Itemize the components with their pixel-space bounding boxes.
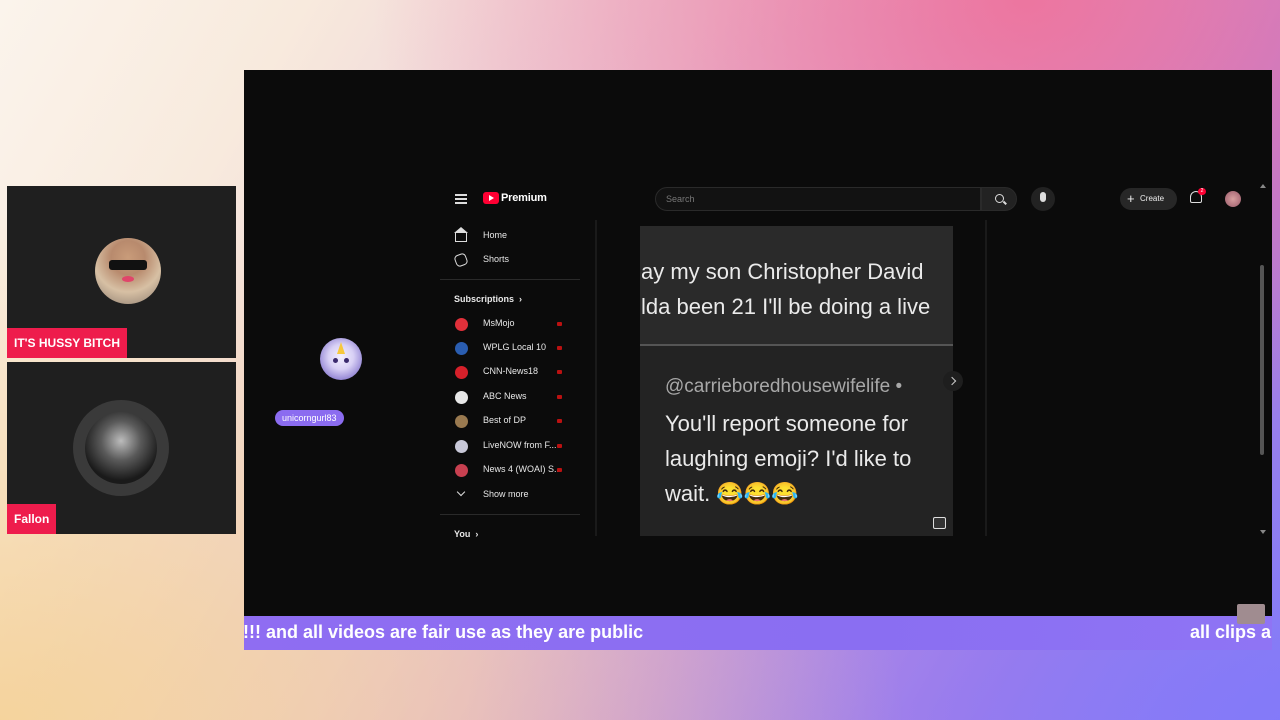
channel-label: CNN-News18 — [483, 366, 539, 376]
chevron-down-icon — [456, 487, 466, 497]
participant-name-tag: Fallon — [7, 504, 57, 534]
channel-label: ABC News — [483, 391, 527, 401]
create-button[interactable]: Create — [1120, 188, 1177, 210]
channel-label: LiveNOW from F... — [483, 440, 557, 450]
participant-tile-2[interactable]: Fallon — [7, 362, 236, 534]
channel-label: Best of DP — [483, 415, 527, 425]
gallery-icon[interactable] — [933, 517, 946, 529]
sidebar-item-channel[interactable]: ABC News — [440, 387, 580, 407]
live-indicator-icon — [557, 419, 562, 423]
live-indicator-icon — [557, 468, 562, 472]
guest-username-label: unicorngurl83 — [275, 410, 344, 426]
ticker-banner: !!! and all videos are fair use as they … — [244, 616, 1272, 650]
participant-tile-1[interactable]: IT'S HUSSY BITCH — [7, 186, 236, 358]
channel-avatar — [455, 440, 468, 453]
sidebar-item-channel[interactable]: News 4 (WOAI) S... — [440, 460, 580, 480]
sidebar-item-channel[interactable]: LiveNOW from F... — [440, 436, 580, 456]
panel-edge — [985, 220, 987, 536]
channel-avatar — [455, 342, 468, 355]
account-avatar[interactable] — [1225, 191, 1241, 207]
scroll-up-icon[interactable] — [1260, 184, 1266, 188]
live-indicator-icon — [557, 370, 562, 374]
sidebar-item-label: Shorts — [483, 254, 510, 264]
youtube-brand[interactable]: Premium — [501, 192, 547, 204]
sidebar-item-label: Home — [483, 230, 508, 240]
menu-icon[interactable] — [455, 194, 467, 204]
channel-avatar — [455, 318, 468, 331]
post-divider — [640, 344, 953, 346]
scrollbar[interactable] — [1260, 265, 1264, 455]
post-text-line: ay my son Christopher David — [641, 259, 924, 284]
chevron-right-icon: › — [475, 529, 479, 539]
unicorn-horn-icon — [337, 342, 345, 354]
channel-avatar — [455, 464, 468, 477]
ticker-thumbnail — [1237, 604, 1265, 624]
sidebar-item-you[interactable]: You › — [440, 525, 580, 545]
participant-avatar — [85, 412, 157, 484]
sidebar-item-channel[interactable]: CNN-News18 — [440, 362, 580, 382]
live-indicator-icon — [557, 346, 562, 350]
notification-badge: 2 — [1198, 188, 1206, 195]
channel-label: MsMojo — [483, 318, 515, 328]
search-input[interactable]: Search — [655, 187, 981, 211]
post-card: ay my son Christopher David lda been 21 … — [640, 226, 953, 536]
channel-label: WPLG Local 10 — [483, 342, 547, 352]
youtube-logo-icon[interactable] — [483, 192, 499, 204]
sidebar-item-channel[interactable]: Best of DP — [440, 411, 580, 431]
panel-edge — [595, 220, 597, 536]
channel-avatar — [455, 366, 468, 379]
channel-avatar — [455, 415, 468, 428]
subscriptions-heading[interactable]: Subscriptions › — [454, 294, 522, 304]
sidebar-item-channel[interactable]: MsMojo — [440, 314, 580, 334]
divider — [440, 514, 580, 515]
scroll-down-icon[interactable] — [1260, 530, 1266, 534]
youtube-header: Premium Search Create 2 — [440, 182, 1270, 216]
guest-avatar[interactable] — [320, 338, 362, 380]
mic-icon[interactable] — [1031, 187, 1055, 211]
search-icon — [995, 194, 1004, 203]
eye-icon — [333, 358, 338, 363]
sidebar-item-home[interactable]: Home — [440, 226, 580, 246]
lips-icon — [122, 276, 134, 282]
search-button[interactable] — [981, 187, 1017, 211]
shorts-icon — [453, 252, 469, 268]
sidebar-item-channel[interactable]: WPLG Local 10 — [440, 338, 580, 358]
live-indicator-icon — [557, 322, 562, 326]
channel-label: News 4 (WOAI) S... — [483, 464, 562, 474]
post-header-area — [640, 226, 953, 344]
participant-avatar — [95, 238, 161, 304]
comment-text: You'll report someone for laughing emoji… — [665, 411, 912, 506]
next-arrow-button[interactable] — [943, 371, 963, 391]
ticker-text: all clips a — [1190, 622, 1272, 642]
eye-icon — [344, 358, 349, 363]
youtube-sidebar: Home Shorts Subscriptions › MsMojo WPLG … — [440, 220, 585, 550]
participant-name-tag: IT'S HUSSY BITCH — [7, 328, 127, 358]
post-text-line: lda been 21 I'll be doing a live — [641, 294, 931, 319]
home-icon — [454, 227, 468, 242]
live-indicator-icon — [557, 395, 562, 399]
sunglasses-icon — [109, 260, 147, 270]
ticker-text: !!! and all videos are fair use as they … — [244, 622, 644, 642]
show-more-button[interactable]: Show more — [440, 485, 580, 505]
chevron-right-icon: › — [519, 294, 523, 304]
you-label: You › — [454, 529, 479, 539]
sidebar-item-shorts[interactable]: Shorts — [440, 250, 580, 270]
divider — [440, 279, 580, 280]
channel-avatar — [455, 391, 468, 404]
live-indicator-icon — [557, 444, 562, 448]
comment-handle[interactable]: @carrieboredhousewifelife • — [665, 376, 902, 398]
show-more-label: Show more — [483, 489, 529, 499]
